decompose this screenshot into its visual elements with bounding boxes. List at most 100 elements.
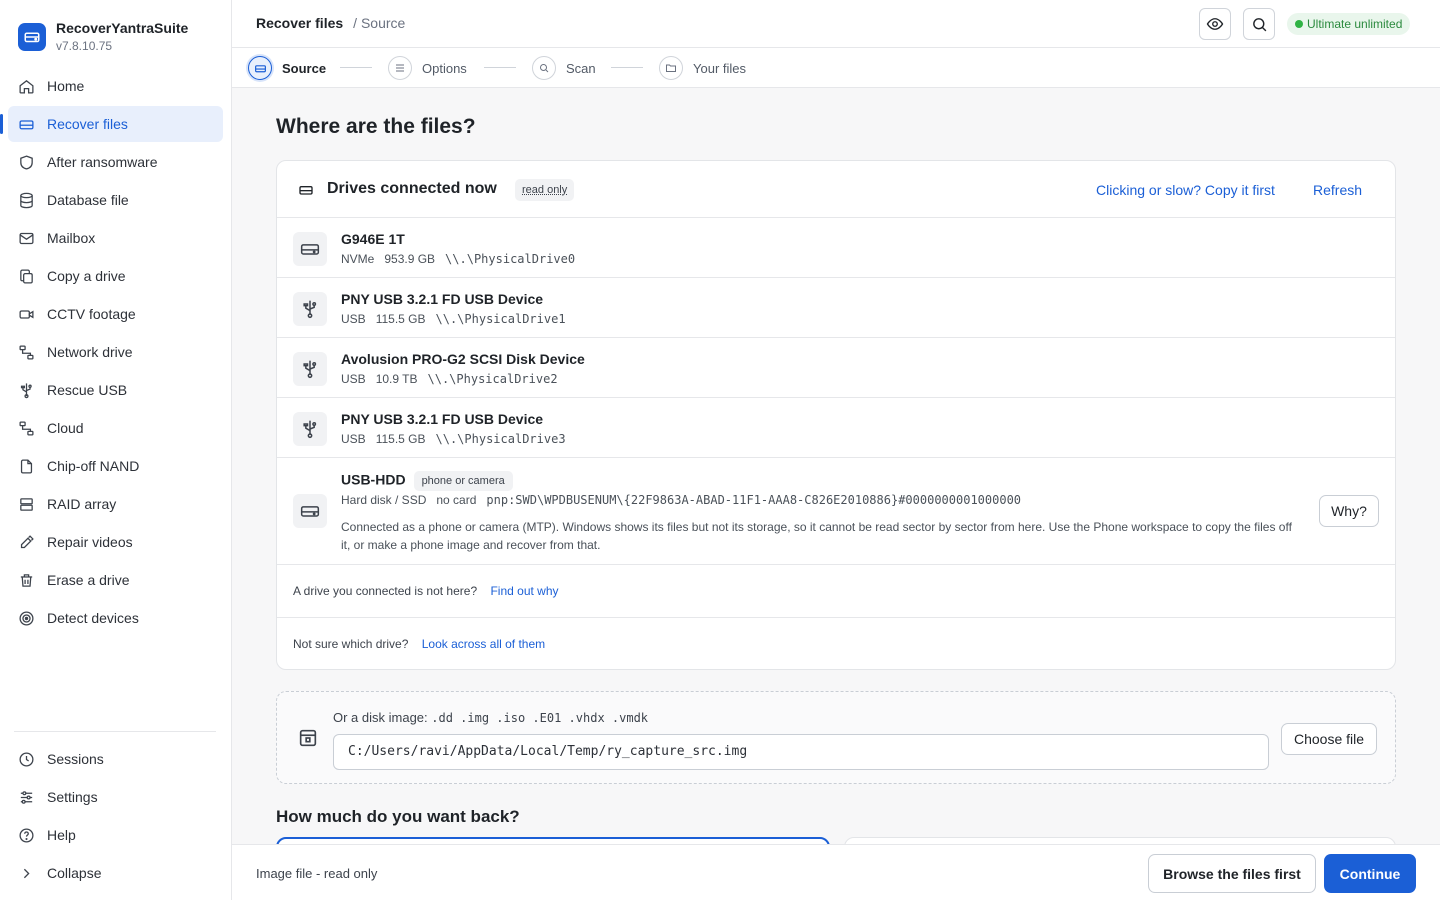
usb-icon: [293, 292, 327, 326]
browse-files-button[interactable]: Browse the files first: [1148, 854, 1316, 893]
sidebar-item-label: Collapse: [47, 865, 102, 881]
sidebar-item-network-drive[interactable]: Network drive: [8, 334, 223, 370]
find-out-why-link[interactable]: Find out why: [490, 584, 558, 598]
search-icon: [1252, 17, 1266, 31]
sidebar-item-label: Erase a drive: [47, 572, 130, 588]
sidebar-item-detect-devices[interactable]: Detect devices: [8, 600, 223, 636]
hard-disk-icon: [293, 494, 327, 528]
step-connector: [340, 67, 372, 68]
top-bar: Recover files / Source Ultimate unlimited: [232, 0, 1440, 48]
sidebar-item-label: CCTV footage: [47, 306, 136, 322]
recovery-option-card[interactable]: [844, 837, 1396, 844]
shield-icon: [20, 154, 33, 170]
drive-size: 115.5 GB: [375, 432, 426, 446]
step-scan[interactable]: Scan: [532, 56, 596, 80]
chevron-right-icon: [23, 868, 30, 878]
choose-file-button[interactable]: Choose file: [1281, 723, 1377, 755]
sidebar-item-database-file[interactable]: Database file: [8, 182, 223, 218]
sidebar-item-help[interactable]: Help: [8, 817, 223, 853]
read-only-badge[interactable]: read only: [515, 179, 575, 201]
hint-text: Not sure which drive? Look across all of…: [293, 637, 545, 651]
recovery-option-card[interactable]: [276, 837, 830, 844]
drive-name: Avolusion PRO-G2 SCSI Disk Device: [341, 351, 585, 367]
sidebar-item-cctv-footage[interactable]: CCTV footage: [8, 296, 223, 332]
sidebar-item-label: Help: [47, 827, 76, 843]
sidebar-item-after-ransomware[interactable]: After ransomware: [8, 144, 223, 180]
sidebar-item-label: Home: [47, 78, 85, 94]
hint-label: Not sure which drive?: [293, 637, 409, 651]
sidebar-item-label: Cloud: [47, 420, 84, 436]
sidebar-item-sessions[interactable]: Sessions: [8, 741, 223, 777]
sidebar-item-label: Sessions: [47, 751, 104, 767]
sidebar-item-recover-files[interactable]: Recover files: [0, 106, 223, 142]
drive-type: Hard disk / SSD: [341, 493, 427, 507]
search-button[interactable]: [1243, 8, 1275, 40]
clock-icon: [19, 751, 34, 767]
app-name: RecoverYantraSuite: [56, 20, 189, 36]
trash-icon: [20, 573, 33, 587]
step-label: Source: [282, 60, 327, 76]
refresh-link[interactable]: Refresh: [1313, 182, 1362, 198]
drive-bus: USB: [341, 372, 366, 386]
disk-image-path-input[interactable]: C:/Users/ravi/AppData/Local/Temp/ry_capt…: [333, 734, 1269, 770]
wrench-icon: [20, 534, 34, 548]
drive-path: \\.\PhysicalDrive0: [445, 252, 576, 266]
chip-icon: [20, 458, 33, 474]
drive-row[interactable]: PNY USB 3.2.1 FD USB Device USB 115.5 GB…: [277, 398, 1395, 458]
drives-title: Drives connected now: [327, 180, 497, 197]
sidebar: RecoverYantraSuite v7.8.10.75 Home Recov…: [0, 0, 232, 900]
drive-icon: [19, 119, 34, 129]
sidebar-divider: [14, 731, 216, 732]
drive-name: USB-HDD phone or camera: [341, 471, 513, 491]
step-source[interactable]: Source: [248, 56, 326, 80]
brand: RecoverYantraSuite v7.8.10.75: [18, 20, 188, 54]
drive-row[interactable]: G946E 1T NVMe 953.9 GB \\.\PhysicalDrive…: [277, 218, 1395, 278]
usb-icon: [293, 352, 327, 386]
sidebar-item-rescue-usb[interactable]: Rescue USB: [8, 372, 223, 408]
help-icon: [19, 827, 34, 843]
why-button[interactable]: Why?: [1319, 495, 1379, 527]
network-icon: [19, 344, 34, 360]
mtp-description: Connected as a phone or camera (MTP). Wi…: [341, 520, 1292, 552]
drive-row[interactable]: PNY USB 3.2.1 FD USB Device USB 115.5 GB…: [277, 278, 1395, 338]
folder-icon: [659, 56, 683, 80]
sidebar-item-collapse[interactable]: Collapse: [8, 855, 223, 891]
app-logo-icon: [18, 23, 46, 51]
drive-size: 115.5 GB: [375, 312, 426, 326]
drive-meta: NVMe 953.9 GB \\.\PhysicalDrive0: [341, 252, 575, 266]
sidebar-item-copy-a-drive[interactable]: Copy a drive: [8, 258, 223, 294]
usb-icon: [20, 382, 32, 398]
copy-first-link[interactable]: Clicking or slow? Copy it first: [1096, 182, 1275, 198]
sidebar-item-settings[interactable]: Settings: [8, 779, 223, 815]
drive-meta: Hard disk / SSD no card pnp:SWD\WPDBUSEN…: [341, 493, 1021, 507]
sidebar-item-chip-off-nand[interactable]: Chip-off NAND: [8, 448, 223, 484]
footer-status: Image file - read only: [256, 866, 378, 881]
page-heading: Where are the files?: [276, 115, 476, 138]
preview-button[interactable]: [1199, 8, 1231, 40]
sidebar-item-repair-videos[interactable]: Repair videos: [8, 524, 223, 560]
camera-icon: [19, 309, 34, 319]
sidebar-item-erase-a-drive[interactable]: Erase a drive: [8, 562, 223, 598]
sidebar-item-label: RAID array: [47, 496, 117, 512]
drive-card: no card: [436, 493, 477, 507]
look-across-all-link[interactable]: Look across all of them: [422, 637, 545, 651]
drive-meta: USB 10.9 TB \\.\PhysicalDrive2: [341, 372, 558, 386]
disk-image-icon: [299, 729, 317, 747]
sidebar-item-mailbox[interactable]: Mailbox: [8, 220, 223, 256]
sidebar-item-home[interactable]: Home: [8, 68, 223, 104]
sidebar-item-label: Mailbox: [47, 230, 96, 246]
continue-button[interactable]: Continue: [1324, 854, 1416, 893]
radar-icon: [19, 610, 34, 626]
sidebar-item-cloud[interactable]: Cloud: [8, 410, 223, 446]
sidebar-item-raid-array[interactable]: RAID array: [8, 486, 223, 522]
drive-row[interactable]: Avolusion PRO-G2 SCSI Disk Device USB 10…: [277, 338, 1395, 398]
drive-name: PNY USB 3.2.1 FD USB Device: [341, 291, 544, 307]
step-label: Options: [422, 60, 467, 76]
step-options[interactable]: Options: [388, 56, 467, 80]
app-version: v7.8.10.75: [56, 39, 113, 53]
scan-icon: [532, 56, 556, 80]
step-your-files[interactable]: Your files: [659, 56, 746, 80]
sidebar-bottom-nav: Sessions Settings Help Collapse: [8, 741, 223, 893]
home-icon: [19, 79, 34, 94]
footer-bar: Image file - read only Browse the files …: [232, 844, 1440, 900]
